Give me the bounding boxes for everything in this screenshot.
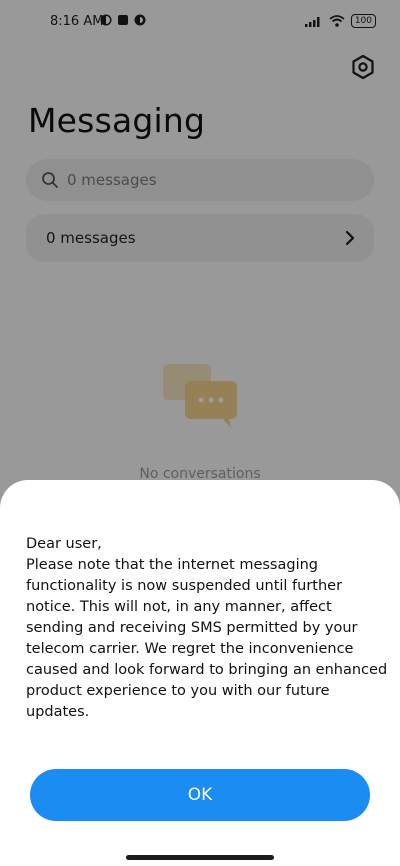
- dialog-message: Dear user, Please note that the internet…: [26, 536, 388, 720]
- ok-button[interactable]: OK: [30, 769, 370, 821]
- home-indicator[interactable]: [126, 855, 274, 860]
- notice-dialog: Dear user, Please note that the internet…: [0, 480, 400, 866]
